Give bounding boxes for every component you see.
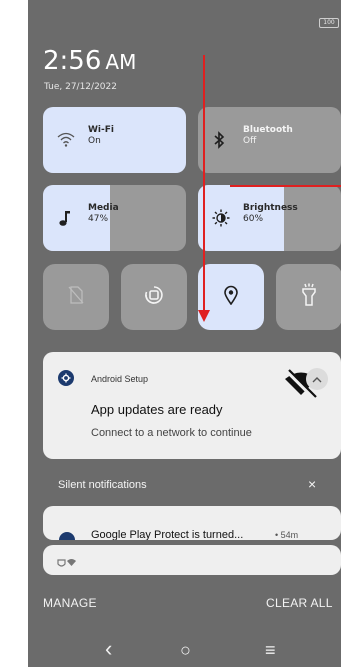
wifi-tile-status: On	[88, 136, 101, 146]
location-icon	[223, 285, 239, 310]
wifi-tile-text: Wi-Fi On	[88, 125, 114, 147]
notification2-time: • 54m	[275, 530, 299, 540]
media-tile-title: Media	[88, 203, 119, 213]
navigation-bar: ‹ ○ ≡	[28, 636, 341, 667]
no-sim-tile[interactable]	[43, 264, 109, 330]
media-volume-tile[interactable]: Media 47%	[43, 185, 186, 251]
auto-rotate-tile[interactable]	[121, 264, 187, 330]
flashlight-icon	[300, 283, 318, 312]
flashlight-tile[interactable]	[276, 264, 341, 330]
play-protect-icon	[59, 532, 75, 540]
notification-shade: 100 2:56 AM Tue, 27/12/2022 Wi-Fi On Blue…	[28, 0, 341, 667]
collapsed-notification-strip[interactable]	[43, 545, 341, 575]
notification-card[interactable]: Android Setup App updates are ready Conn…	[43, 352, 341, 459]
brightness-icon	[212, 185, 230, 251]
clock[interactable]: 2:56 AM	[43, 46, 136, 76]
bluetooth-tile-status: Off	[243, 136, 257, 146]
back-icon[interactable]: ‹	[105, 636, 112, 662]
close-silent-icon[interactable]: ×	[308, 476, 316, 492]
wifi-tile[interactable]: Wi-Fi On	[43, 107, 186, 173]
bluetooth-tile-title: Bluetooth	[243, 125, 293, 135]
notification2-title: Google Play Protect is turned...	[91, 529, 244, 540]
brightness-tile-title: Brightness	[243, 203, 298, 213]
collapse-button[interactable]	[306, 368, 328, 390]
no-sim-icon	[67, 285, 85, 310]
notification-title: App updates are ready	[91, 402, 223, 417]
home-icon[interactable]: ○	[180, 640, 191, 661]
silent-notifications-label: Silent notifications	[58, 479, 147, 491]
date-label: Tue, 27/12/2022	[44, 82, 117, 92]
recents-icon[interactable]: ≡	[265, 640, 276, 661]
media-tile-status: 47%	[88, 214, 109, 224]
annotation-arrow-head	[198, 310, 210, 322]
music-note-icon	[57, 185, 71, 251]
notification-body: Connect to a network to continue	[91, 427, 252, 439]
auto-rotate-icon	[143, 284, 165, 311]
brightness-tile-status: 60%	[243, 214, 264, 224]
clock-time: 2:56	[43, 46, 102, 76]
battery-indicator: 100	[319, 18, 339, 28]
google-play-protect-notification[interactable]: Google Play Protect is turned... • 54m	[43, 506, 341, 540]
annotation-swipe-line	[203, 55, 205, 313]
media-tile-text: Media 47%	[88, 203, 119, 225]
annotation-highlight-line	[230, 185, 341, 187]
chevron-up-icon	[312, 370, 322, 388]
bluetooth-tile-text: Bluetooth Off	[243, 125, 293, 147]
clear-all-button[interactable]: CLEAR ALL	[266, 596, 333, 610]
bluetooth-icon	[212, 107, 226, 173]
settings-gear-icon	[58, 370, 74, 386]
clock-ampm: AM	[105, 50, 137, 74]
collapsed-notification-icons	[57, 555, 77, 573]
manage-button[interactable]: MANAGE	[43, 596, 97, 610]
bluetooth-tile[interactable]: Bluetooth Off	[198, 107, 341, 173]
brightness-tile[interactable]: Brightness 60%	[198, 185, 341, 251]
wifi-icon	[57, 107, 75, 173]
notification-app-name: Android Setup	[91, 374, 149, 384]
brightness-tile-text: Brightness 60%	[243, 203, 298, 225]
wifi-tile-title: Wi-Fi	[88, 125, 114, 135]
